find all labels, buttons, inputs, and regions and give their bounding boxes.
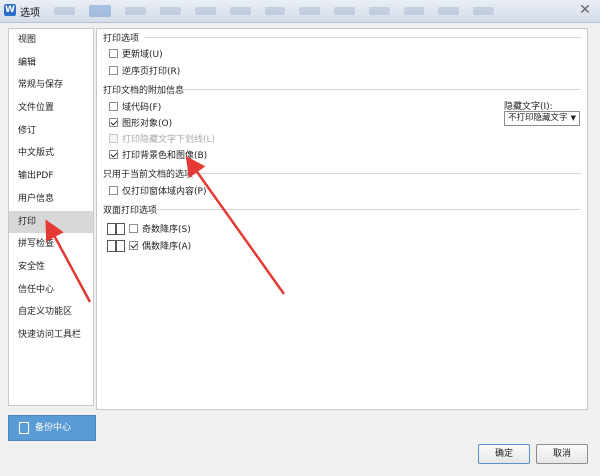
form-data-only-label: 仅打印窗体域内容(P) xyxy=(122,186,207,197)
hidden-text-select-value: 不打印隐藏文字 xyxy=(508,113,568,123)
option-reverse-order[interactable]: 逆序页打印(R) xyxy=(109,63,180,77)
update-fields-checkbox[interactable] xyxy=(109,48,118,58)
nav-item-quick-access-toolbar[interactable]: 快速访问工具栏 xyxy=(9,324,93,347)
nav-item-file-location[interactable]: 文件位置 xyxy=(9,97,93,120)
option-background-images[interactable]: 打印背景色和图像(B) xyxy=(109,147,207,161)
group-title-print-options: 打印选项 xyxy=(103,34,140,44)
nav-item-trust-center[interactable]: 信任中心 xyxy=(9,279,93,302)
divider xyxy=(155,209,581,210)
chevron-down-icon: ▼ xyxy=(570,114,576,122)
nav-item-chinese-layout[interactable]: 中文版式 xyxy=(9,142,93,165)
group-title-current-doc: 只用于当前文档的选项 xyxy=(103,170,194,180)
divider xyxy=(181,89,581,90)
field-codes-label: 域代码(F) xyxy=(122,102,162,113)
reverse-order-checkbox[interactable] xyxy=(109,65,118,75)
nav-item-spell-check[interactable]: 拼写检查 xyxy=(9,233,93,256)
duplex-pages-icon xyxy=(107,239,125,252)
nav-item-revision[interactable]: 修订 xyxy=(9,120,93,143)
nav-item-user-info[interactable]: 用户信息 xyxy=(9,188,93,211)
hidden-text-underline-label: 打印隐藏文字下划线(L) xyxy=(122,134,216,145)
background-tabs xyxy=(54,4,495,18)
graphic-objects-label: 图形对象(O) xyxy=(122,118,173,129)
nav-item-output-pdf[interactable]: 输出PDF xyxy=(9,165,93,188)
wps-app-icon: W xyxy=(4,4,16,16)
option-field-codes[interactable]: 域代码(F) xyxy=(109,99,161,113)
backup-icon xyxy=(19,422,29,434)
odd-descending-checkbox[interactable] xyxy=(129,223,138,233)
option-form-data-only[interactable]: 仅打印窗体域内容(P) xyxy=(109,183,206,197)
reverse-order-label: 逆序页打印(R) xyxy=(122,66,181,77)
divider xyxy=(145,37,581,38)
nav-item-customize-ribbon[interactable]: 自定义功能区 xyxy=(9,301,93,324)
duplex-pages-icon xyxy=(107,222,125,235)
nav-item-view[interactable]: 视图 xyxy=(9,29,93,52)
option-update-fields[interactable]: 更新域(U) xyxy=(109,46,163,60)
background-images-label: 打印背景色和图像(B) xyxy=(122,150,208,161)
title-bar: W 选项 ✕ xyxy=(0,0,600,23)
options-nav: 视图 编辑 常规与保存 文件位置 修订 中文版式 输出PDF 用户信息 打印 拼… xyxy=(8,28,94,406)
ok-button[interactable]: 确定 xyxy=(478,444,530,464)
print-settings-panel: 打印选项 更新域(U) 逆序页打印(R) 打印文档的附加信息 域代码(F) 图形… xyxy=(96,28,588,410)
backup-center-button[interactable]: 备份中心 xyxy=(8,415,96,441)
nav-item-print[interactable]: 打印 xyxy=(9,210,93,234)
nav-item-security[interactable]: 安全性 xyxy=(9,256,93,279)
option-odd-descending[interactable]: 奇数降序(S) xyxy=(107,221,191,235)
update-fields-label: 更新域(U) xyxy=(122,49,163,60)
odd-descending-label: 奇数降序(S) xyxy=(142,224,191,235)
close-button[interactable]: ✕ xyxy=(572,1,598,19)
even-descending-checkbox[interactable] xyxy=(129,240,138,250)
cancel-button[interactable]: 取消 xyxy=(536,444,588,464)
group-title-extra-info: 打印文档的附加信息 xyxy=(103,86,185,96)
group-title-duplex: 双面打印选项 xyxy=(103,206,158,216)
nav-item-general-save[interactable]: 常规与保存 xyxy=(9,74,93,97)
even-descending-label: 偶数降序(A) xyxy=(142,241,192,252)
option-hidden-text-underline: 打印隐藏文字下划线(L) xyxy=(109,131,215,145)
hidden-text-select[interactable]: 不打印隐藏文字 ▼ xyxy=(504,111,580,126)
hidden-text-underline-checkbox xyxy=(109,133,118,143)
divider xyxy=(189,173,581,174)
background-images-checkbox[interactable] xyxy=(109,149,118,159)
option-even-descending[interactable]: 偶数降序(A) xyxy=(107,238,191,252)
field-codes-checkbox[interactable] xyxy=(109,101,118,111)
window-title: 选项 xyxy=(20,8,40,19)
form-data-only-checkbox[interactable] xyxy=(109,185,118,195)
option-graphic-objects[interactable]: 图形对象(O) xyxy=(109,115,172,129)
nav-item-edit[interactable]: 编辑 xyxy=(9,52,93,75)
backup-center-label: 备份中心 xyxy=(35,423,72,433)
graphic-objects-checkbox[interactable] xyxy=(109,117,118,127)
